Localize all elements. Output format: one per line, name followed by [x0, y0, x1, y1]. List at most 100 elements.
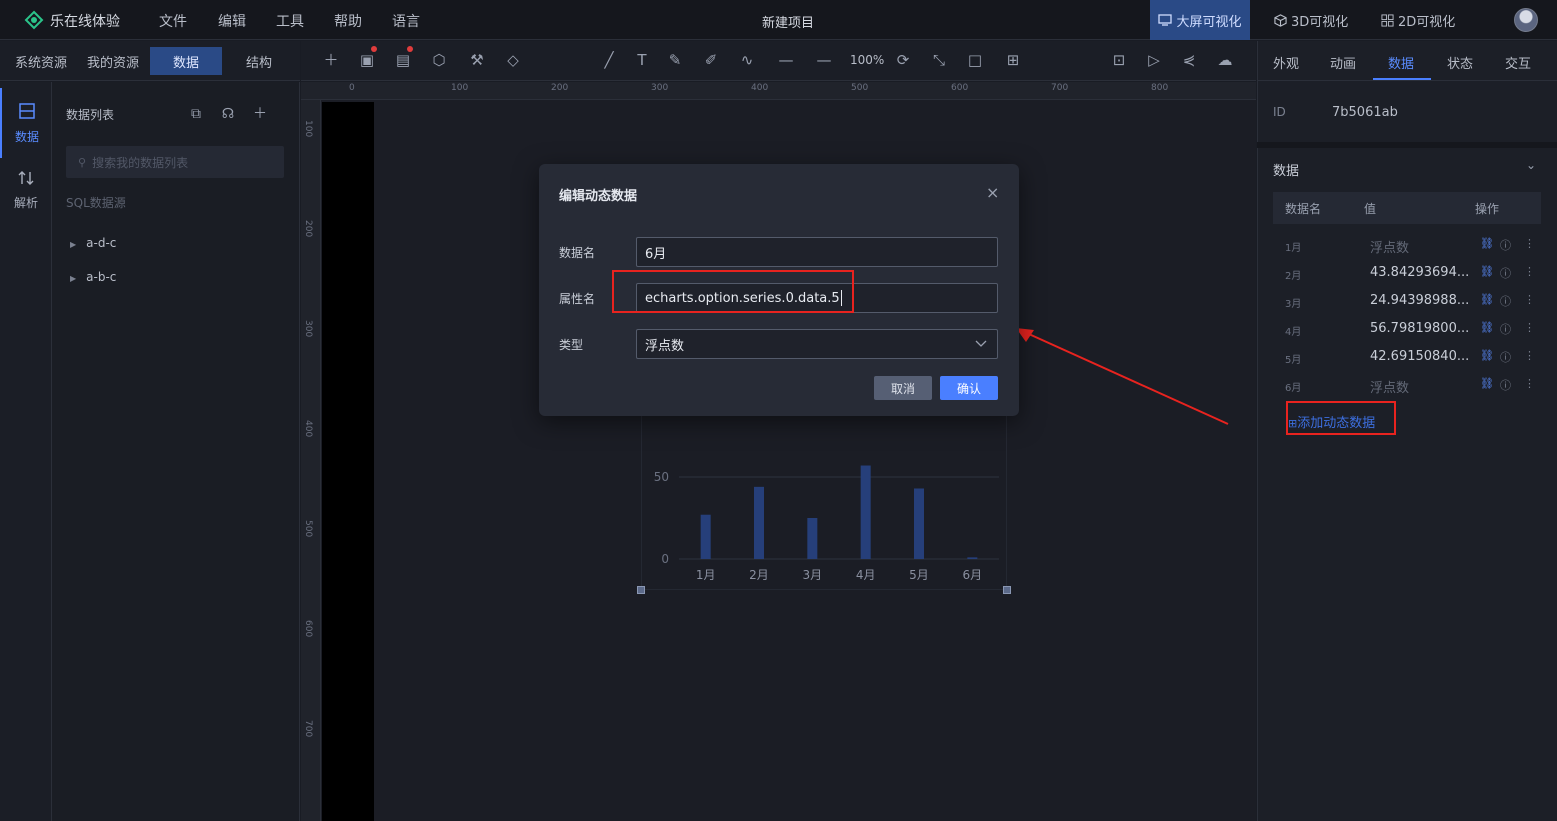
square-icon[interactable]: □ [966, 51, 984, 69]
bar [700, 514, 711, 559]
more-icon[interactable]: ⋮ [1524, 265, 1535, 278]
grid-icon [1381, 13, 1394, 27]
name-field-label: 数据名 [559, 246, 596, 260]
info-icon[interactable]: ⓘ [1500, 293, 1511, 309]
more-icon[interactable]: ⋮ [1524, 377, 1535, 390]
rail-item-data[interactable]: 数据 [0, 88, 52, 158]
tab-appearance[interactable]: 外观 [1273, 53, 1299, 72]
close-icon[interactable]: × [986, 183, 999, 202]
link-icon[interactable]: ⛓ [1480, 377, 1494, 390]
menu-language[interactable]: 语言 [392, 11, 420, 31]
id-value: 7b5061ab [1332, 105, 1398, 120]
ruler-tick: 800 [1151, 83, 1169, 93]
tab-system-resources[interactable]: 系统资源 [15, 52, 67, 71]
solid-line-icon[interactable]: — [815, 51, 833, 69]
menu-file[interactable]: 文件 [159, 11, 187, 31]
tab-my-resources[interactable]: 我的资源 [87, 52, 139, 71]
rail-item-parse[interactable]: 解析 [0, 170, 52, 220]
search-input[interactable]: ⚲ 搜索我的数据列表 [66, 146, 284, 178]
caret-right-icon: ▶ [70, 240, 77, 249]
prop-field-label: 属性名 [559, 292, 596, 306]
canvas-page[interactable] [322, 102, 374, 821]
menu-edit[interactable]: 编辑 [218, 11, 246, 31]
more-icon[interactable]: ⋮ [1524, 293, 1535, 306]
table-row-name: 6月 [1285, 383, 1302, 394]
avatar[interactable] [1514, 8, 1538, 32]
cancel-button[interactable]: 取消 [874, 376, 932, 400]
brush-icon[interactable]: ✐ [702, 51, 720, 69]
list-item[interactable]: ▶ a-d-c [70, 236, 116, 250]
tab-data[interactable]: 数据 [1388, 53, 1414, 72]
pen-icon[interactable]: ✎ [666, 51, 684, 69]
more-icon[interactable]: ⋮ [1524, 349, 1535, 362]
document-icon[interactable]: ▤ [394, 51, 412, 69]
ruler-tick: 100 [451, 83, 469, 93]
info-icon[interactable]: ⓘ [1500, 265, 1511, 281]
info-icon[interactable]: ⓘ [1500, 349, 1511, 365]
mode-2d-button[interactable]: 2D可视化 [1381, 0, 1455, 40]
info-icon[interactable]: ⓘ [1500, 377, 1511, 393]
type-select[interactable]: 浮点数 [636, 329, 998, 359]
add-icon[interactable]: ＋ [252, 106, 268, 122]
link-icon[interactable]: ⛓ [1480, 321, 1494, 334]
layout-icon[interactable]: ⊞ [1004, 51, 1022, 69]
tab-animation[interactable]: 动画 [1330, 53, 1356, 72]
id-label: ID [1273, 105, 1286, 119]
tab-state[interactable]: 状态 [1447, 53, 1473, 72]
tab-structure[interactable]: 结构 [246, 52, 272, 71]
resize-handle[interactable] [637, 586, 645, 594]
search-placeholder: 搜索我的数据列表 [92, 155, 189, 170]
ruler-tick: 500 [303, 520, 313, 538]
more-icon[interactable]: ⋮ [1524, 321, 1535, 334]
name-field[interactable]: 6月 [636, 237, 998, 267]
link-icon[interactable]: ⛓ [1480, 237, 1494, 250]
save-icon[interactable]: ▣ [358, 51, 376, 69]
unsaved-dot [407, 46, 413, 52]
shrink-icon[interactable]: ⤡ [930, 51, 948, 69]
curve-icon[interactable]: ∿ [738, 51, 756, 69]
x-tick-label: 5月 [909, 568, 929, 582]
info-icon[interactable]: ⓘ [1500, 321, 1511, 337]
add-icon[interactable]: ＋ [322, 51, 340, 69]
menu-help[interactable]: 帮助 [334, 11, 362, 31]
cloud-icon[interactable]: ☁ [1216, 51, 1234, 69]
info-icon[interactable]: ⓘ [1500, 237, 1511, 253]
ruler-tick: 700 [1051, 83, 1069, 93]
line-icon[interactable]: ╱ [600, 51, 618, 69]
link-icon[interactable]: ⛓ [1480, 349, 1494, 362]
table-row-name: 4月 [1285, 327, 1302, 338]
tab-data[interactable]: 数据 [150, 47, 222, 75]
resize-handle[interactable] [1003, 586, 1011, 594]
ruler-tick: 600 [951, 83, 969, 93]
play-icon[interactable]: ▷ [1145, 51, 1163, 69]
table-row-value: 浮点数 [1370, 381, 1410, 396]
eraser-icon[interactable]: ◇ [504, 51, 522, 69]
text-icon[interactable]: T [633, 51, 651, 69]
confirm-button[interactable]: 确认 [940, 376, 998, 400]
dash-line-icon[interactable]: — [777, 51, 795, 69]
mode-large-screen-button[interactable]: 大屏可视化 [1150, 0, 1250, 40]
list-item[interactable]: ▶ a-b-c [70, 270, 116, 284]
menu-tools[interactable]: 工具 [276, 11, 304, 31]
caret-right-icon: ▶ [70, 274, 77, 283]
copy-icon[interactable]: ⧉ [188, 106, 204, 122]
tab-interaction[interactable]: 交互 [1505, 53, 1531, 72]
bar-chart-component[interactable]: 0 50 1月 2月 3月 4月 5月 6月 [640, 390, 1008, 591]
x-tick-label: 1月 [696, 568, 716, 582]
share-icon[interactable]: ⋞ [1180, 51, 1198, 69]
ruler-tick: 700 [303, 720, 313, 738]
paint-roller-icon[interactable]: ⚒ [468, 51, 486, 69]
folder-icon[interactable]: ⊡ [1110, 51, 1128, 69]
zoom-level[interactable]: 100% [850, 53, 884, 67]
table-row-value: 浮点数 [1370, 241, 1410, 256]
link-icon[interactable]: ⛓ [1480, 293, 1494, 306]
more-icon[interactable]: ⋮ [1524, 237, 1535, 250]
column-header: 值 [1364, 202, 1377, 216]
highlight-box [612, 270, 854, 313]
hexagon-icon[interactable]: ⬡ [430, 51, 448, 69]
chevron-down-icon[interactable]: ⌄ [1526, 158, 1536, 172]
mode-3d-button[interactable]: 3D可视化 [1274, 0, 1348, 40]
link-source-icon[interactable]: ☊ [220, 106, 236, 122]
refresh-icon[interactable]: ⟳ [894, 51, 912, 69]
link-icon[interactable]: ⛓ [1480, 265, 1494, 278]
